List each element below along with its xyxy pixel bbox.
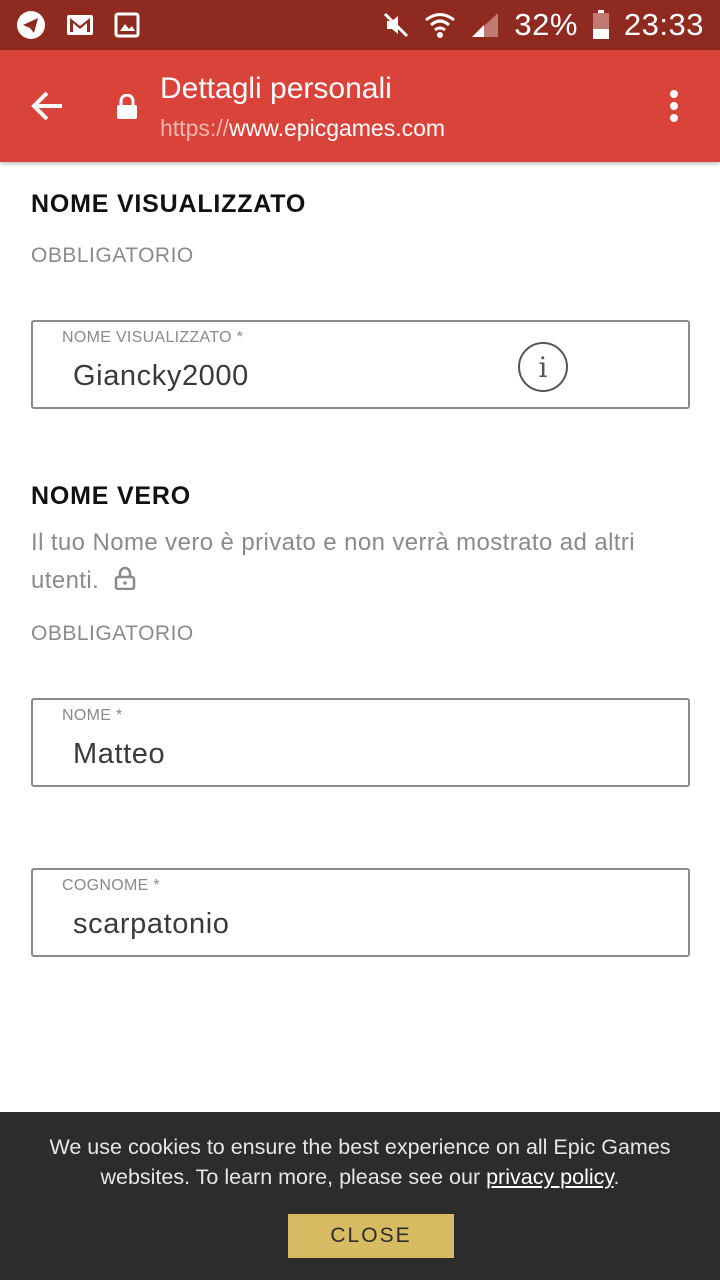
display-name-label: NOME VISUALIZZATO * bbox=[62, 329, 244, 346]
clock: 23:33 bbox=[623, 7, 704, 42]
privacy-policy-link[interactable]: privacy policy bbox=[486, 1165, 613, 1189]
last-name-label: COGNOME * bbox=[62, 877, 160, 894]
overflow-menu-dot bbox=[670, 114, 678, 122]
display-name-field[interactable]: NOME VISUALIZZATO * i bbox=[31, 320, 690, 409]
mute-icon bbox=[382, 11, 410, 39]
real-name-description: Il tuo Nome vero è privato e non verrà m… bbox=[31, 524, 691, 600]
wifi-icon bbox=[424, 11, 456, 39]
overflow-menu-icon bbox=[670, 90, 678, 98]
display-name-input[interactable] bbox=[73, 356, 533, 396]
real-name-required: OBBLIGATORIO bbox=[31, 622, 194, 645]
page-title: Dettagli personali bbox=[160, 72, 392, 105]
gallery-icon bbox=[114, 12, 140, 38]
page-url: https://www.epicgames.com bbox=[160, 115, 445, 142]
signal-icon bbox=[470, 11, 500, 39]
real-name-heading: NOME VERO bbox=[31, 482, 191, 510]
telegram-icon bbox=[16, 10, 46, 40]
info-icon[interactable]: i bbox=[518, 342, 568, 392]
cookie-text-after: . bbox=[613, 1165, 620, 1189]
last-name-input[interactable] bbox=[73, 904, 533, 944]
padlock-icon bbox=[115, 566, 136, 591]
first-name-field[interactable]: NOME * bbox=[31, 698, 690, 787]
last-name-field[interactable]: COGNOME * bbox=[31, 868, 690, 957]
cookie-message: We use cookies to ensure the best experi… bbox=[20, 1132, 700, 1192]
status-bar: 32% 23:33 bbox=[0, 0, 720, 50]
back-arrow-icon bbox=[31, 91, 62, 121]
lock-icon bbox=[116, 93, 138, 125]
battery-percent: 32% bbox=[514, 7, 578, 42]
display-name-required: OBBLIGATORIO bbox=[31, 244, 194, 267]
overflow-menu-button[interactable] bbox=[662, 86, 686, 126]
display-name-heading: NOME VISUALIZZATO bbox=[31, 190, 307, 218]
gmail-icon bbox=[66, 13, 94, 37]
back-button[interactable] bbox=[28, 86, 68, 126]
first-name-label: NOME * bbox=[62, 707, 123, 724]
overflow-menu-dot bbox=[670, 102, 678, 110]
first-name-input[interactable] bbox=[73, 734, 533, 774]
url-host: www.epicgames.com bbox=[229, 115, 446, 141]
url-scheme: https:// bbox=[160, 115, 230, 141]
close-button[interactable]: CLOSE bbox=[288, 1214, 454, 1258]
cookie-banner: We use cookies to ensure the best experi… bbox=[0, 1112, 720, 1280]
battery-icon bbox=[592, 10, 610, 40]
app-bar: Dettagli personali https://www.epicgames… bbox=[0, 50, 720, 162]
